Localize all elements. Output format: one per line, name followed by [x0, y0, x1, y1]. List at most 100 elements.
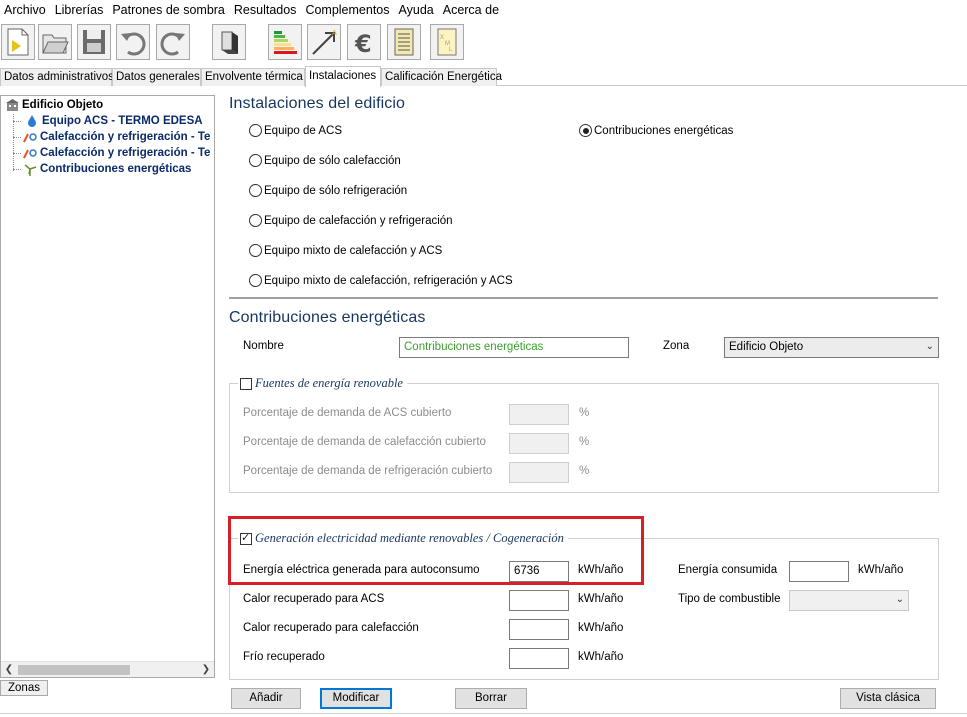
radio-label: Equipo de sólo calefacción — [264, 154, 401, 167]
scrollbar-thumb[interactable] — [18, 665, 130, 675]
building-block-icon — [221, 31, 238, 54]
zona-select[interactable]: Edificio Objeto ⌄ — [724, 337, 939, 358]
save-disk-icon — [83, 30, 105, 54]
tree-connector — [13, 137, 21, 138]
energia-consumida-input[interactable] — [789, 561, 849, 582]
tree-root[interactable]: Edificio Objeto — [5, 97, 103, 113]
radio-button[interactable] — [579, 124, 592, 137]
kwh-unit: kWh/año — [578, 651, 624, 663]
instalaciones-title: Instalaciones del edificio — [229, 95, 406, 112]
heat-cool-icon — [23, 130, 37, 144]
open-file-button[interactable] — [38, 24, 72, 60]
tree-item-label: Calefacción y refrigeración - Te — [40, 131, 211, 143]
radio-label: Equipo de calefacción y refrigeración — [264, 214, 453, 227]
radio-button[interactable] — [249, 154, 262, 167]
calor-acs-input[interactable] — [509, 590, 569, 611]
menu-patrones-de-sombra[interactable]: Patrones de sombra — [108, 0, 230, 21]
energy-label-button[interactable] — [268, 24, 302, 60]
report-button[interactable] — [387, 24, 421, 60]
radio-button[interactable] — [249, 124, 262, 137]
percent-unit: % — [579, 436, 590, 448]
tipo-combustible-select[interactable]: ⌄ — [789, 590, 909, 611]
tab-calificacion-energetica[interactable]: Calificación Energética — [381, 68, 502, 86]
porcentaje-refrigeracion-input[interactable] — [509, 462, 569, 483]
radio-button[interactable] — [249, 274, 262, 287]
nombre-input[interactable]: Contribuciones energéticas — [399, 337, 629, 358]
improvement-measures-button[interactable]: A — [307, 24, 341, 60]
document-lines-icon — [394, 28, 414, 56]
tab-datos-generales[interactable]: Datos generales — [112, 68, 201, 86]
add-button[interactable]: Añadir — [231, 688, 301, 709]
radio-equipo-acs[interactable]: Equipo de ACS — [249, 124, 342, 137]
economic-analysis-button[interactable]: € — [347, 24, 381, 60]
tree-connector — [13, 114, 14, 171]
menu-resultados[interactable]: Resultados — [230, 0, 302, 21]
tab-bar: Datos administrativos Datos generales En… — [0, 66, 967, 87]
porcentaje-acs-input[interactable] — [509, 404, 569, 425]
tab-datos-administrativos[interactable]: Datos administrativos — [0, 68, 114, 86]
energia-consumida-label: Energía consumida — [678, 564, 778, 576]
modify-button[interactable]: Modificar — [320, 688, 392, 709]
menu-ayuda[interactable]: Ayuda — [395, 0, 439, 21]
kwh-unit: kWh/año — [578, 622, 624, 634]
radio-label: Equipo de sólo refrigeración — [264, 184, 408, 197]
radio-label: Equipo de ACS — [264, 124, 343, 137]
tree-item-contribuciones[interactable]: Contribuciones energéticas — [23, 161, 191, 177]
energy-rating-icon — [274, 31, 297, 54]
redo-button[interactable] — [156, 24, 190, 60]
radio-calefaccion-refrigeracion[interactable]: Equipo de calefacción y refrigeración — [249, 214, 453, 227]
menu-complementos[interactable]: Complementos — [301, 0, 394, 21]
chevron-down-icon: ⌄ — [895, 594, 904, 605]
tree-item-calefaccion-1[interactable]: Calefacción y refrigeración - Te — [23, 129, 210, 145]
frio-recuperado-input[interactable] — [509, 648, 569, 669]
building-tree: Edificio Objeto Equipo ACS - TERMO EDESA… — [0, 95, 215, 678]
renovable-legend[interactable]: Fuentes de energía renovable — [238, 376, 407, 391]
tab-instalaciones[interactable]: Instalaciones — [305, 66, 381, 87]
wind-turbine-icon — [23, 162, 37, 176]
menu-librerias[interactable]: Librerías — [51, 0, 109, 21]
renovable-checkbox[interactable] — [240, 377, 252, 390]
chevron-down-icon: ⌄ — [925, 341, 934, 352]
radio-mixto-calefaccion-refrigeracion-acs[interactable]: Equipo mixto de calefacción, refrigeraci… — [249, 274, 513, 287]
svg-text:X: X — [440, 35, 444, 41]
radio-mixto-calefaccion-acs[interactable]: Equipo mixto de calefacción y ACS — [249, 244, 442, 257]
scroll-left-icon[interactable]: ❮ — [1, 662, 17, 677]
calor-acs-label: Calor recuperado para ACS — [243, 593, 385, 605]
xml-export-button[interactable]: XML — [430, 24, 464, 60]
porcentaje-calefaccion-input[interactable] — [509, 433, 569, 454]
building-3d-button[interactable] — [212, 24, 246, 60]
radio-button[interactable] — [249, 214, 262, 227]
radio-contribuciones-energeticas[interactable]: Contribuciones energéticas — [579, 124, 733, 137]
section-divider — [229, 297, 938, 299]
frio-recuperado-label: Frío recuperado — [243, 651, 325, 663]
tree-item-calefaccion-2[interactable]: Calefacción y refrigeración - Te — [23, 145, 210, 161]
classic-view-button[interactable]: Vista clásica — [840, 688, 936, 709]
porcentaje-acs-label: Porcentaje de demanda de ACS cubierto — [243, 407, 452, 419]
undo-button[interactable] — [116, 24, 150, 60]
tree-item-acs[interactable]: Equipo ACS - TERMO EDESA — [25, 113, 203, 129]
percent-unit: % — [579, 465, 590, 477]
toolbar: A € XML — [0, 21, 967, 65]
building-icon — [5, 98, 19, 112]
svg-text:A: A — [332, 30, 337, 37]
tab-envolvente-termica[interactable]: Envolvente térmica — [201, 68, 305, 86]
radio-solo-calefaccion[interactable]: Equipo de sólo calefacción — [249, 154, 401, 167]
radio-solo-refrigeracion[interactable]: Equipo de sólo refrigeración — [249, 184, 407, 197]
menu-acerca-de[interactable]: Acerca de — [439, 0, 504, 21]
undo-icon — [121, 32, 146, 56]
tree-horizontal-scrollbar[interactable]: ❮ ❯ — [1, 661, 214, 677]
calor-calefaccion-input[interactable] — [509, 619, 569, 640]
delete-button[interactable]: Borrar — [455, 688, 527, 709]
tree-connector — [13, 153, 21, 154]
radio-button[interactable] — [249, 184, 262, 197]
zonas-button[interactable]: Zonas — [0, 680, 48, 696]
new-file-button[interactable] — [1, 24, 35, 60]
tree-item-label: Calefacción y refrigeración - Te — [40, 147, 211, 159]
radio-button[interactable] — [249, 244, 262, 257]
scroll-right-icon[interactable]: ❯ — [198, 662, 214, 677]
tree-connector — [13, 169, 21, 170]
menu-archivo[interactable]: Archivo — [0, 0, 51, 21]
calor-calefaccion-label: Calor recuperado para calefacción — [243, 622, 419, 634]
save-button[interactable] — [77, 24, 111, 60]
new-file-icon — [7, 28, 29, 56]
